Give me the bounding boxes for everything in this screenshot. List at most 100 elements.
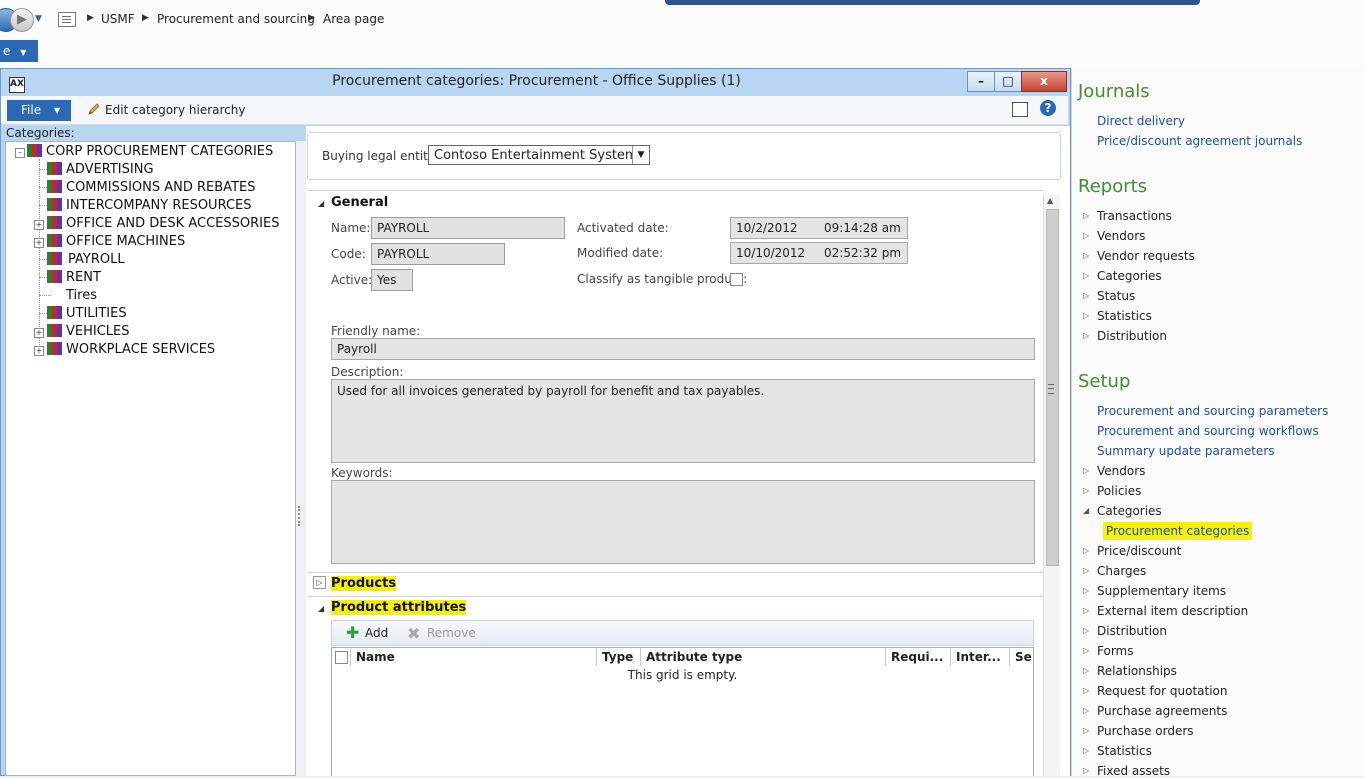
expand-arrow-icon[interactable]: ▷ — [1083, 726, 1089, 735]
setup-categories[interactable]: Categories — [1097, 504, 1162, 518]
expand-arrow-icon[interactable]: ▷ — [1083, 466, 1089, 475]
collapse-arrow-icon[interactable]: ◢ — [1083, 506, 1089, 515]
products-section-header[interactable]: Products — [331, 576, 397, 591]
collapse-section-icon[interactable]: ◢ — [318, 199, 324, 208]
setup-vendors[interactable]: Vendors — [1097, 464, 1145, 478]
expand-arrow-icon[interactable]: ▷ — [1083, 706, 1089, 715]
breadcrumb-module[interactable]: Procurement and sourcing — [157, 12, 315, 26]
expand-arrow-icon[interactable]: ▷ — [1083, 746, 1089, 755]
column-header-required[interactable]: Requi... — [886, 648, 951, 666]
expand-arrow-icon[interactable]: ▷ — [1083, 666, 1089, 675]
chevron-down-icon[interactable]: ▼ — [632, 146, 649, 164]
setup-relationships[interactable]: Relationships — [1097, 664, 1177, 678]
panel-splitter[interactable] — [296, 141, 306, 776]
tree-node-utilities[interactable]: UTILITIES — [47, 306, 127, 321]
setup-forms[interactable]: Forms — [1097, 644, 1133, 658]
link-price-discount-journals[interactable]: Price/discount agreement journals — [1097, 134, 1302, 148]
expand-arrow-icon[interactable]: ▷ — [1083, 311, 1089, 320]
tree-node-rent[interactable]: RENT — [47, 270, 101, 285]
friendly-name-field[interactable]: Payroll — [331, 338, 1035, 360]
buying-entity-select[interactable]: Contoso Entertainment System ▼ — [428, 145, 650, 165]
scroll-up-icon[interactable]: ▲ — [1047, 196, 1053, 205]
link-procurement-parameters[interactable]: Procurement and sourcing parameters — [1097, 404, 1328, 418]
link-procurement-workflows[interactable]: Procurement and sourcing workflows — [1097, 424, 1319, 438]
report-distribution[interactable]: Distribution — [1097, 329, 1167, 343]
report-status[interactable]: Status — [1097, 289, 1135, 303]
setup-distribution[interactable]: Distribution — [1097, 624, 1167, 638]
forward-button[interactable]: ▶ — [10, 8, 34, 32]
tree-node-office-machines[interactable]: OFFICE MACHINES — [47, 234, 185, 249]
background-file-button[interactable]: e ▼ — [0, 40, 38, 62]
setup-charges[interactable]: Charges — [1097, 564, 1146, 578]
setup-request-for-quotation[interactable]: Request for quotation — [1097, 684, 1227, 698]
product-attributes-section-header[interactable]: Product attributes — [331, 600, 467, 615]
name-field[interactable]: PAYROLL — [371, 217, 565, 239]
breadcrumb-page[interactable]: Area page — [323, 12, 384, 26]
setup-price-discount[interactable]: Price/discount — [1097, 544, 1181, 558]
nav-history-dropdown-icon[interactable]: ▼ — [35, 14, 42, 24]
report-vendor-requests[interactable]: Vendor requests — [1097, 249, 1195, 263]
description-field[interactable]: Used for all invoices generated by payro… — [331, 379, 1035, 463]
general-section-header[interactable]: General — [331, 195, 388, 210]
layout-grid-icon[interactable] — [1012, 102, 1028, 117]
link-procurement-categories[interactable]: Procurement categories — [1103, 522, 1253, 540]
maximize-button[interactable]: □ — [994, 71, 1022, 92]
tree-node-tires[interactable]: Tires — [47, 288, 97, 303]
tree-node-advertising[interactable]: ADVERTISING — [47, 162, 154, 177]
expand-arrow-icon[interactable]: ▷ — [1083, 251, 1089, 260]
setup-statistics[interactable]: Statistics — [1097, 744, 1152, 758]
expand-arrow-icon[interactable]: ▷ — [1083, 211, 1089, 220]
collapse-section-icon[interactable]: ◢ — [318, 604, 324, 613]
code-field[interactable]: PAYROLL — [371, 243, 505, 265]
expand-arrow-icon[interactable]: ▷ — [1083, 271, 1089, 280]
tree-node-commissions[interactable]: COMMISSIONS AND REBATES — [47, 180, 255, 195]
add-button[interactable]: Add — [365, 626, 388, 640]
expand-arrow-icon[interactable]: ▷ — [1083, 291, 1089, 300]
column-header-name[interactable]: Name — [351, 648, 597, 666]
tree-node-workplace[interactable]: WORKPLACE SERVICES — [47, 342, 215, 357]
link-direct-delivery[interactable]: Direct delivery — [1097, 114, 1185, 128]
attributes-grid-body[interactable]: This grid is empty. — [331, 666, 1034, 776]
collapse-toggle-icon[interactable]: – — [15, 148, 25, 158]
tangible-product-checkbox[interactable] — [730, 273, 743, 286]
active-field[interactable]: Yes — [371, 269, 413, 291]
file-menu-button[interactable]: File ▼ — [7, 100, 71, 121]
expand-section-icon[interactable]: ▷ — [313, 576, 326, 589]
column-header-type[interactable]: Type — [597, 648, 641, 666]
setup-policies[interactable]: Policies — [1097, 484, 1141, 498]
edit-category-hierarchy-button[interactable]: Edit category hierarchy — [87, 102, 245, 117]
expand-arrow-icon[interactable]: ▷ — [1083, 486, 1089, 495]
address-list-icon[interactable] — [58, 12, 76, 27]
expand-arrow-icon[interactable]: ▷ — [1083, 566, 1089, 575]
expand-toggle-icon[interactable]: + — [34, 346, 44, 356]
tree-root-node[interactable]: CORP PROCUREMENT CATEGORIES — [27, 144, 273, 159]
keywords-field[interactable] — [331, 480, 1035, 564]
help-icon[interactable]: ? — [1040, 100, 1056, 116]
column-header-attribute-type[interactable]: Attribute type — [641, 648, 886, 666]
breadcrumb-company[interactable]: USMF — [101, 12, 135, 26]
report-vendors[interactable]: Vendors — [1097, 229, 1145, 243]
report-categories[interactable]: Categories — [1097, 269, 1162, 283]
link-summary-update-parameters[interactable]: Summary update parameters — [1097, 444, 1275, 458]
expand-toggle-icon[interactable]: + — [34, 238, 44, 248]
select-all-checkbox[interactable] — [335, 651, 348, 664]
minimize-button[interactable]: – — [967, 71, 995, 92]
setup-purchase-agreements[interactable]: Purchase agreements — [1097, 704, 1227, 718]
tree-node-intercompany[interactable]: INTERCOMPANY RESOURCES — [47, 198, 252, 213]
tree-node-payroll[interactable]: PAYROLL — [47, 252, 127, 267]
column-header-internal[interactable]: Inter... — [951, 648, 1010, 666]
expand-arrow-icon[interactable]: ▷ — [1083, 231, 1089, 240]
column-header-se[interactable]: Se — [1010, 648, 1034, 666]
close-button[interactable]: x — [1021, 71, 1067, 92]
setup-supplementary-items[interactable]: Supplementary items — [1097, 584, 1226, 598]
setup-external-item-description[interactable]: External item description — [1097, 604, 1248, 618]
expand-arrow-icon[interactable]: ▷ — [1083, 686, 1089, 695]
category-tree[interactable]: – CORP PROCUREMENT CATEGORIES ADVERTISIN… — [5, 141, 296, 776]
setup-purchase-orders[interactable]: Purchase orders — [1097, 724, 1194, 738]
expand-arrow-icon[interactable]: ▷ — [1083, 331, 1089, 340]
report-statistics[interactable]: Statistics — [1097, 309, 1152, 323]
expand-toggle-icon[interactable]: + — [34, 328, 44, 338]
expand-arrow-icon[interactable]: ▷ — [1083, 606, 1089, 615]
report-transactions[interactable]: Transactions — [1097, 209, 1172, 223]
expand-arrow-icon[interactable]: ▷ — [1083, 626, 1089, 635]
